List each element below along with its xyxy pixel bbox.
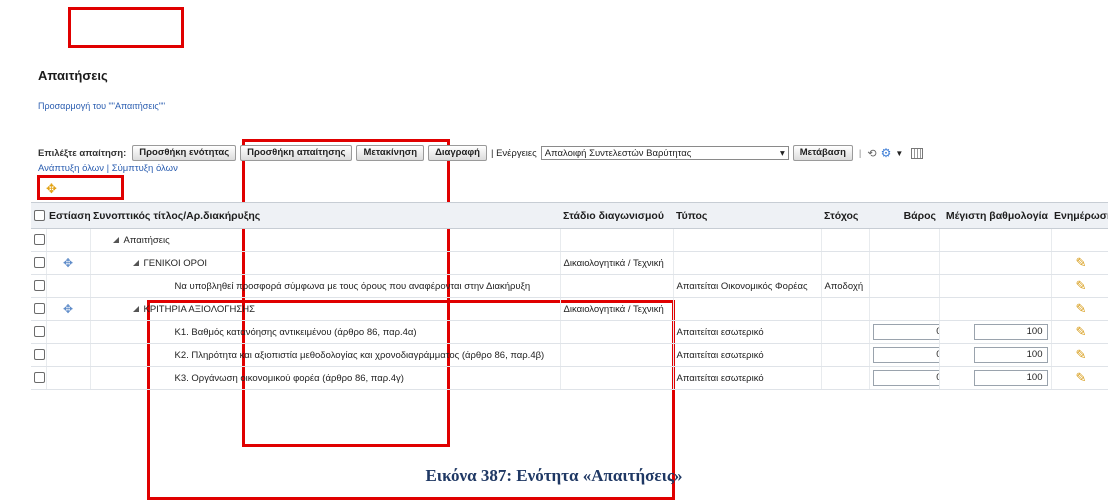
col-header-stage[interactable]: Στάδιο διαγωνισμού [560,202,673,229]
row-title: ΚΡΙΤΗΡΙΑ ΑΞΙΟΛΟΓΗΣΗΣ [143,303,255,315]
table-row: ✥ ΓΕΝΙΚΟΙ ΟΡΟΙ Δικαιολογητικά / Τεχνική … [31,251,1108,275]
row-checkbox[interactable] [34,372,45,384]
focus-icon[interactable]: ✥ [46,251,91,275]
table-row: Απαιτήσεις [31,228,1108,252]
personalize-link[interactable]: Προσαρμογή του ""Απαιτήσεις"" [38,101,165,111]
table-row: Κ1. Βαθμός κατανόησης αντικειμένου (άρθρ… [31,320,1108,344]
row-stage [560,366,674,390]
edit-pencil-icon[interactable]: ✎ [1076,278,1087,293]
add-section-button[interactable]: Προσθήκη ενότητας [132,145,237,161]
row-title: ΓΕΝΙΚΟΙ ΟΡΟΙ [143,257,208,269]
expand-collapse-links: Ανάπτυξη όλων | Σύμπτυξη όλων [38,163,178,174]
weight-input[interactable]: 0 [872,370,938,386]
figure-caption: Εικόνα 387: Ενότητα «Απαιτήσεις» [425,466,683,485]
table-header-row: Εστίαση Συνοπτικός τίτλος/Αρ.διακήρυξης … [31,202,1108,229]
row-stage [560,228,674,252]
row-stage: Δικαιολογητικά / Τεχνική [560,251,674,275]
row-stage [560,320,674,344]
max-score-input[interactable]: 100 [973,324,1048,340]
toolbar-divider: | [858,147,862,159]
requirements-table: Εστίαση Συνοπτικός τίτλος/Αρ.διακήρυξης … [31,202,1108,390]
edit-pencil-icon[interactable]: ✎ [1076,324,1087,339]
row-target [821,251,870,275]
col-header-title[interactable]: Συνοπτικός τίτλος/Αρ.διακήρυξης [90,202,560,229]
focus-icon[interactable]: ✥ [46,297,91,321]
add-row-icon[interactable]: ✥ [46,181,57,197]
table-row: Κ3. Οργάνωση οικονομικού φορέα (άρθρο 86… [31,366,1108,390]
row-type [673,228,822,252]
col-header-type[interactable]: Τύπος [673,202,821,229]
row-title: Κ3. Οργάνωση οικονομικού φορέα (άρθρο 86… [90,366,561,390]
actions-label: | Ενέργειες [490,147,537,159]
toolbar: Επιλέξτε απαίτηση: Προσθήκη ενότητας Προ… [38,145,1108,161]
row-checkbox[interactable] [34,257,45,269]
go-button[interactable]: Μετάβαση [792,145,853,161]
row-stage [560,343,674,367]
actions-select[interactable]: Απαλοιφή Συντελεστών Βαρύτητας ▾ [540,146,789,160]
row-type [673,297,822,321]
expand-separator: | [106,163,110,174]
table-row: ✥ ΚΡΙΤΗΡΙΑ ΑΞΙΟΛΟΓΗΣΗΣ Δικαιολογητικά / … [31,297,1108,321]
row-stage [560,274,674,298]
row-type: Απαιτείται εσωτερικό [673,366,822,390]
row-type: Απαιτείται Οικονομικός Φορέας [673,274,822,298]
edit-pencil-icon[interactable]: ✎ [1076,255,1087,270]
collapse-toggle-icon[interactable] [112,236,119,243]
col-header-focus[interactable]: Εστίαση [46,202,90,229]
row-type: Απαιτείται εσωτερικό [673,320,822,344]
row-target [821,320,870,344]
weight-input[interactable]: 0 [872,347,938,363]
row-title: Κ2. Πληρότητα και αξιοπιστία μεθοδολογία… [90,343,561,367]
col-header-target[interactable]: Στόχος [821,202,869,229]
gear-icon[interactable]: ⚙ [881,146,892,160]
edit-pencil-icon[interactable]: ✎ [1076,347,1087,362]
collapse-toggle-icon[interactable] [132,259,139,266]
highlight-box-top [68,7,184,48]
row-type: Απαιτείται εσωτερικό [673,343,822,367]
col-header-max-score[interactable]: Μέγιστη βαθμολογία [939,202,1051,229]
columns-icon[interactable] [911,147,924,159]
row-target: Αποδοχή [821,274,870,298]
collapse-toggle-icon[interactable] [132,305,139,312]
row-target [821,343,870,367]
edit-pencil-icon[interactable]: ✎ [1076,370,1087,385]
chevron-down-icon: ▾ [779,147,785,159]
row-title: Απαιτήσεις [123,234,170,246]
add-requirement-button[interactable]: Προσθήκη απαίτησης [240,145,353,161]
row-stage: Δικαιολογητικά / Τεχνική [560,297,674,321]
collapse-all-link[interactable]: Σύμπτυξη όλων [112,163,178,174]
max-score-input[interactable]: 100 [973,370,1048,386]
dropdown-arrow-icon[interactable]: ▼ [895,149,903,158]
row-target [821,228,870,252]
actions-select-value: Απαλοιφή Συντελεστών Βαρύτητας [544,147,692,159]
row-target [821,366,870,390]
row-checkbox[interactable] [34,349,45,361]
row-checkbox[interactable] [34,326,45,338]
refresh-icon[interactable]: ⟲ [867,147,876,160]
page-title: Απαιτήσεις [38,68,108,83]
row-checkbox[interactable] [34,234,45,246]
select-all-checkbox[interactable] [34,210,45,222]
delete-button[interactable]: Διαγραφή [428,145,487,161]
edit-pencil-icon[interactable]: ✎ [1076,301,1087,316]
row-title: Κ1. Βαθμός κατανόησης αντικειμένου (άρθρ… [90,320,561,344]
expand-all-link[interactable]: Ανάπτυξη όλων [38,163,104,174]
weight-input[interactable]: 0 [872,324,938,340]
select-all-header[interactable] [31,202,46,229]
row-checkbox[interactable] [34,303,45,315]
row-title: Να υποβληθεί προσφορά σύμφωνα με τους όρ… [90,274,561,298]
select-requirement-label: Επιλέξτε απαίτηση: [38,147,127,159]
move-button[interactable]: Μετακίνηση [356,145,425,161]
table-row: Κ2. Πληρότητα και αξιοπιστία μεθοδολογία… [31,343,1108,367]
table-row: Να υποβληθεί προσφορά σύμφωνα με τους όρ… [31,274,1108,298]
row-checkbox[interactable] [34,280,45,292]
col-header-weight[interactable]: Βάρος [869,202,939,229]
row-target [821,297,870,321]
row-type [673,251,822,275]
max-score-input[interactable]: 100 [973,347,1048,363]
col-header-update[interactable]: Ενημέρωση [1051,202,1108,229]
